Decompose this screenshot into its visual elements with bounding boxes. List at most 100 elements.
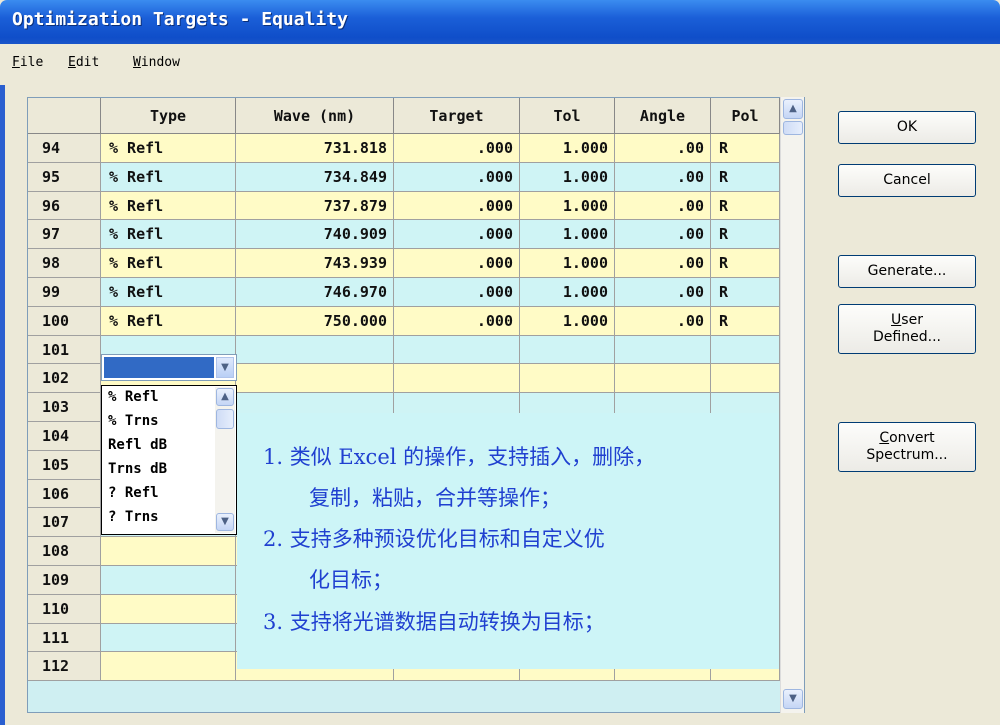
table-cell[interactable]: R [711, 306, 780, 336]
scroll-up-icon[interactable]: ▲ [783, 99, 803, 119]
scroll-thumb[interactable] [216, 409, 234, 429]
table-cell[interactable]: .000 [394, 220, 520, 250]
dropdown-option[interactable]: ? Refl [108, 485, 159, 501]
generate-button[interactable]: Generate... [838, 255, 976, 288]
table-cell[interactable]: 1.000 [520, 191, 615, 221]
dropdown-option[interactable]: Refl dB [108, 437, 167, 453]
table-cell[interactable]: 1.000 [520, 220, 615, 250]
menu-window[interactable]: Window [133, 55, 180, 70]
table-cell[interactable] [101, 566, 236, 595]
table-cell[interactable] [101, 537, 236, 566]
table-cell[interactable]: % Refl [101, 306, 236, 336]
table-cell[interactable]: % Refl [101, 220, 236, 250]
table-cell[interactable]: .000 [394, 306, 520, 336]
dropdown-option[interactable]: Trns dB [108, 461, 167, 477]
annotation-line: 1. 类似 Excel 的操作，支持插入，删除， [263, 445, 656, 469]
table-cell[interactable]: % Refl [101, 134, 236, 163]
menu-edit[interactable]: Edit [68, 55, 99, 70]
scroll-down-icon[interactable]: ▼ [216, 513, 234, 531]
scroll-thumb[interactable] [783, 121, 803, 135]
column-header[interactable]: Target [394, 98, 520, 134]
menu-bar: File Edit Window [0, 50, 1000, 78]
table-cell[interactable]: .00 [615, 220, 711, 250]
table-cell[interactable]: R [711, 220, 780, 250]
table-cell[interactable] [101, 623, 236, 653]
table-cell[interactable]: 740.909 [236, 220, 394, 250]
table-cell[interactable] [520, 335, 615, 365]
table-cell[interactable]: % Refl [101, 249, 236, 278]
table-cell[interactable]: 750.000 [236, 306, 394, 336]
column-header[interactable]: Wave (nm) [236, 98, 394, 134]
table-cell[interactable]: 746.970 [236, 278, 394, 307]
dropdown-option[interactable]: ? Trns [108, 509, 159, 525]
table-cell[interactable]: 1.000 [520, 306, 615, 336]
table-cell[interactable]: 1.000 [520, 249, 615, 278]
row-number: 109 [28, 566, 101, 595]
scroll-up-icon[interactable]: ▲ [216, 388, 234, 406]
table-cell[interactable] [711, 364, 780, 394]
table-cell[interactable]: 731.818 [236, 134, 394, 163]
table-cell[interactable]: % Refl [101, 278, 236, 307]
row-number: 98 [28, 249, 101, 278]
chevron-down-icon[interactable]: ▼ [216, 357, 234, 378]
table-cell[interactable]: 743.939 [236, 249, 394, 278]
table-cell[interactable]: .00 [615, 134, 711, 163]
convert-label-1: Convert [879, 430, 935, 446]
table-cell[interactable]: R [711, 134, 780, 163]
ok-button[interactable]: OK [838, 111, 976, 144]
dropdown-option[interactable]: % Refl [108, 389, 159, 405]
feature-annotation: 1. 类似 Excel 的操作，支持插入，删除， 复制，粘贴，合并等操作； 2.… [237, 413, 779, 669]
table-cell[interactable]: R [711, 162, 780, 192]
menu-file[interactable]: File [12, 55, 43, 70]
generate-label: Generate... [867, 263, 947, 279]
table-cell[interactable]: 1.000 [520, 162, 615, 192]
table-cell[interactable]: R [711, 278, 780, 307]
table-cell[interactable] [615, 364, 711, 394]
table-cell[interactable]: 734.849 [236, 162, 394, 192]
table-cell[interactable] [711, 335, 780, 365]
column-header[interactable]: Pol [711, 98, 780, 134]
table-cell[interactable] [394, 364, 520, 394]
table-cell[interactable]: R [711, 191, 780, 221]
table-cell[interactable] [101, 594, 236, 624]
table-cell[interactable]: .00 [615, 162, 711, 192]
table-cell[interactable]: .000 [394, 162, 520, 192]
table-scrollbar[interactable]: ▲ ▼ [780, 97, 804, 713]
user-defined-button[interactable]: User Defined... [838, 304, 976, 354]
row-number: 105 [28, 450, 101, 480]
table-cell[interactable]: 1.000 [520, 134, 615, 163]
column-header[interactable] [28, 98, 101, 134]
row-number: 100 [28, 306, 101, 336]
cancel-button[interactable]: Cancel [838, 164, 976, 197]
table-cell[interactable]: .000 [394, 249, 520, 278]
table-cell[interactable] [236, 364, 394, 394]
row-number: 101 [28, 335, 101, 365]
table-cell[interactable]: .000 [394, 278, 520, 307]
table-cell[interactable]: .00 [615, 278, 711, 307]
type-dropdown-list[interactable]: % Refl % Trns Refl dB Trns dB ? Refl ? T… [101, 385, 237, 535]
table-cell[interactable]: % Refl [101, 162, 236, 192]
table-cell[interactable]: .000 [394, 191, 520, 221]
table-cell[interactable]: .00 [615, 191, 711, 221]
table-cell[interactable] [520, 364, 615, 394]
table-cell[interactable]: .00 [615, 249, 711, 278]
table-cell[interactable] [101, 652, 236, 682]
row-number: 96 [28, 191, 101, 221]
table-cell[interactable] [394, 335, 520, 365]
type-combobox[interactable]: ▼ [101, 354, 237, 381]
column-header[interactable]: Type [101, 98, 236, 134]
table-cell[interactable]: R [711, 249, 780, 278]
dropdown-scrollbar[interactable]: ▲ ▼ [215, 387, 235, 533]
table-cell[interactable]: .00 [615, 306, 711, 336]
dropdown-option[interactable]: % Trns [108, 413, 159, 429]
column-header[interactable]: Angle [615, 98, 711, 134]
column-header[interactable]: Tol [520, 98, 615, 134]
table-cell[interactable]: 737.879 [236, 191, 394, 221]
scroll-down-icon[interactable]: ▼ [783, 689, 803, 709]
table-cell[interactable]: .000 [394, 134, 520, 163]
table-cell[interactable]: 1.000 [520, 278, 615, 307]
table-cell[interactable] [615, 335, 711, 365]
table-cell[interactable] [236, 335, 394, 365]
table-cell[interactable]: % Refl [101, 191, 236, 221]
convert-spectrum-button[interactable]: Convert Spectrum... [838, 422, 976, 472]
